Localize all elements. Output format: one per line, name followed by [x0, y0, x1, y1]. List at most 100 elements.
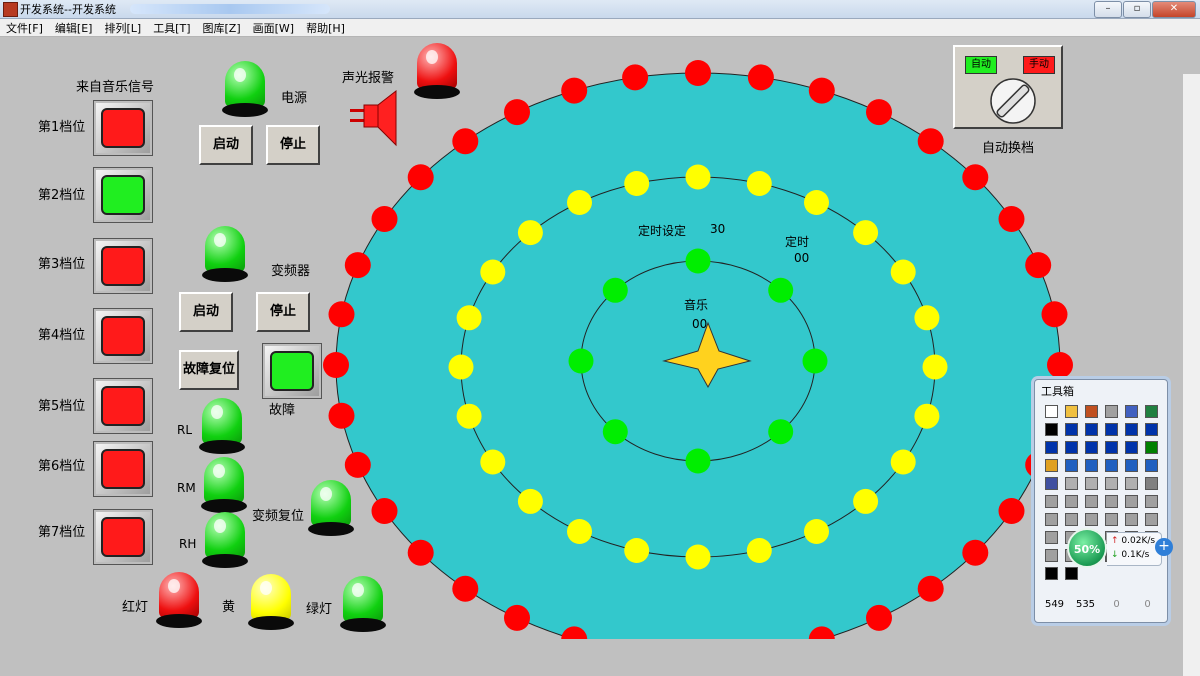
toolbox-tool-icon[interactable]	[1121, 420, 1141, 438]
window-controls: – ▫ ✕	[1094, 1, 1196, 18]
vfd-start-button[interactable]: 启动	[179, 292, 233, 332]
menu-screen[interactable]: 画面[W]	[247, 19, 300, 36]
outer-light-33	[962, 164, 989, 191]
design-canvas[interactable]: 定时设定 30 定时 00 音乐 00 来自音乐信号 第1档位 第2档位 第3档…	[0, 37, 1200, 676]
outer-light-31	[866, 99, 892, 126]
toolbox-tool-icon[interactable]	[1101, 510, 1121, 528]
gear-6-button[interactable]	[93, 441, 153, 497]
toolbox-tool-icon[interactable]	[1141, 492, 1161, 510]
gear-1-button[interactable]	[93, 100, 153, 156]
toolbox-tool-icon[interactable]	[1081, 456, 1101, 474]
power-lamp	[222, 61, 268, 117]
toolbox-tool-icon[interactable]	[1081, 510, 1101, 528]
title-progress-glow	[130, 4, 330, 14]
toolbox-tool-icon[interactable]	[1041, 546, 1061, 564]
toolbox-tool-icon[interactable]	[1081, 420, 1101, 438]
manual-indicator: 手动	[1023, 56, 1055, 74]
toolbox-tool-icon[interactable]	[1101, 474, 1121, 492]
toolbox-tool-icon[interactable]	[1041, 420, 1061, 438]
toolbox-tool-icon[interactable]	[1121, 474, 1141, 492]
toolbox-tool-icon[interactable]	[1081, 402, 1101, 420]
fault-reset-button[interactable]: 故障复位	[179, 350, 239, 390]
gear-7-button[interactable]	[93, 509, 153, 565]
gear-3-button[interactable]	[93, 238, 153, 294]
menu-help[interactable]: 帮助[H]	[300, 19, 351, 36]
middle-light-24	[914, 305, 940, 331]
toolbox-y-value: 535	[1075, 599, 1096, 610]
toolbox-tool-icon[interactable]	[1101, 492, 1121, 510]
toolbox-tool-icon[interactable]	[1061, 474, 1081, 492]
rl-lamp	[199, 398, 245, 454]
toolbox-tool-icon[interactable]	[1041, 510, 1061, 528]
rotary-knob-icon[interactable]	[989, 77, 1037, 125]
vfd-stop-button[interactable]: 停止	[256, 292, 310, 332]
toolbox-tool-icon[interactable]	[1081, 492, 1101, 510]
outer-light-28	[685, 60, 711, 86]
toolbox-tool-icon[interactable]	[1121, 438, 1141, 456]
toolbox-tool-icon[interactable]	[1061, 456, 1081, 474]
toolbox-tool-icon[interactable]	[1141, 510, 1161, 528]
toolbox-tool-icon[interactable]	[1041, 492, 1061, 510]
fault-indicator-button[interactable]	[262, 343, 322, 399]
toolbox-tool-icon[interactable]	[1081, 438, 1101, 456]
gear-5-label: 第5档位	[38, 399, 86, 414]
toolbox-tool-icon[interactable]	[1041, 402, 1061, 420]
toolbox-tool-icon[interactable]	[1101, 420, 1121, 438]
toolbox-tool-icon[interactable]	[1061, 420, 1081, 438]
toolbox-tool-icon[interactable]	[1041, 456, 1061, 474]
toolbox-footer: 549 535 0 0	[1039, 599, 1163, 610]
toolbox-tool-icon[interactable]	[1061, 510, 1081, 528]
toolbox-tool-icon[interactable]	[1061, 438, 1081, 456]
outer-light-35	[1025, 252, 1052, 279]
minimize-icon[interactable]: –	[1094, 1, 1122, 18]
power-stop-button[interactable]: 停止	[266, 125, 320, 165]
menu-tools[interactable]: 工具[T]	[147, 19, 196, 36]
toolbox-tool-icon[interactable]	[1121, 510, 1141, 528]
timer-set-value[interactable]: 30	[710, 222, 725, 236]
gear-5-button[interactable]	[93, 378, 153, 434]
toolbox-tool-icon[interactable]	[1141, 456, 1161, 474]
menu-file[interactable]: 文件[F]	[0, 19, 49, 36]
toolbox-window[interactable]: 工具箱 549 535 0 0	[1034, 379, 1168, 623]
toolbox-h-value: 0	[1144, 599, 1151, 610]
toolbox-tool-icon[interactable]	[1141, 474, 1161, 492]
vertical-scrollbar[interactable]	[1183, 74, 1200, 676]
maximize-icon[interactable]: ▫	[1123, 1, 1151, 18]
menu-library[interactable]: 图库[Z]	[197, 19, 247, 36]
toolbox-tool-icon[interactable]	[1061, 492, 1081, 510]
fault-label: 故障	[269, 403, 296, 418]
auto-switch-panel[interactable]: 自动 手动	[953, 45, 1063, 129]
rm-label: RM	[177, 481, 196, 495]
toolbox-tool-icon[interactable]	[1041, 528, 1061, 546]
middle-light-11	[480, 449, 506, 475]
toolbox-tool-icon[interactable]	[1121, 492, 1141, 510]
gear-5-indicator	[101, 386, 145, 426]
network-monitor[interactable]: ↑ 0.02K/s ↓ 0.1K/s 50% +	[1067, 528, 1173, 568]
middle-light-3	[890, 449, 916, 475]
outer-light-32	[917, 128, 944, 155]
toolbox-tool-icon[interactable]	[1041, 438, 1061, 456]
toolbox-tool-icon[interactable]	[1121, 456, 1141, 474]
toolbox-tool-icon[interactable]	[1041, 564, 1061, 582]
outer-light-36	[1041, 301, 1068, 328]
toolbox-tool-icon[interactable]	[1141, 420, 1161, 438]
middle-light-4	[853, 488, 879, 514]
close-icon[interactable]: ✕	[1152, 1, 1196, 18]
toolbox-tool-icon[interactable]	[1101, 438, 1121, 456]
gear-6-label: 第6档位	[38, 459, 86, 474]
gear-2-button[interactable]	[93, 167, 153, 223]
toolbox-tool-icon[interactable]	[1061, 402, 1081, 420]
menu-arrange[interactable]: 排列[L]	[98, 19, 147, 36]
toolbox-tool-icon[interactable]	[1081, 474, 1101, 492]
toolbox-tool-icon[interactable]	[1101, 402, 1121, 420]
toolbox-tool-icon[interactable]	[1141, 402, 1161, 420]
toolbox-tool-icon[interactable]	[1041, 474, 1061, 492]
menu-edit[interactable]: 编辑[E]	[49, 19, 99, 36]
plus-icon[interactable]: +	[1155, 538, 1173, 556]
toolbox-tool-icon[interactable]	[1141, 438, 1161, 456]
toolbox-tool-icon[interactable]	[1101, 456, 1121, 474]
toolbox-tool-icon[interactable]	[1121, 402, 1141, 420]
gear-4-button[interactable]	[93, 308, 153, 364]
inner-light-7	[685, 248, 711, 274]
power-start-button[interactable]: 启动	[199, 125, 253, 165]
